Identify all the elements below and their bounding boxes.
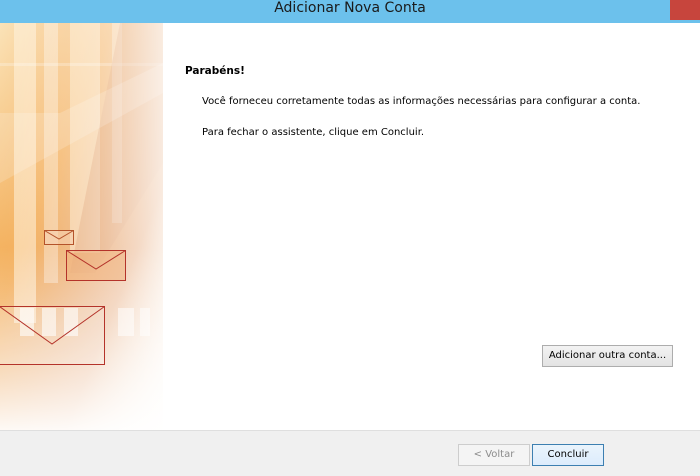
envelope-icon [66, 250, 126, 281]
wizard-banner [0, 23, 163, 430]
envelope-icon [44, 230, 74, 245]
envelope-icon [0, 306, 105, 365]
finish-button[interactable]: Concluir [532, 444, 604, 466]
wizard-content: Parabéns! Você forneceu corretamente tod… [163, 23, 700, 430]
banner-graphic [0, 23, 163, 430]
wizard-footer: < Voltar Concluir [0, 430, 700, 476]
page-heading: Parabéns! [185, 65, 245, 77]
close-button[interactable] [670, 0, 700, 20]
back-button[interactable]: < Voltar [458, 444, 530, 466]
add-account-window: Adicionar Nova Conta Parabéns! Você forn… [0, 0, 700, 476]
window-title: Adicionar Nova Conta [274, 0, 426, 16]
instruction-text: Para fechar o assistente, clique em Conc… [202, 127, 425, 138]
success-message: Você forneceu corretamente todas as info… [202, 96, 641, 107]
title-bar[interactable]: Adicionar Nova Conta [0, 0, 700, 23]
add-another-account-button[interactable]: Adicionar outra conta... [542, 345, 673, 367]
